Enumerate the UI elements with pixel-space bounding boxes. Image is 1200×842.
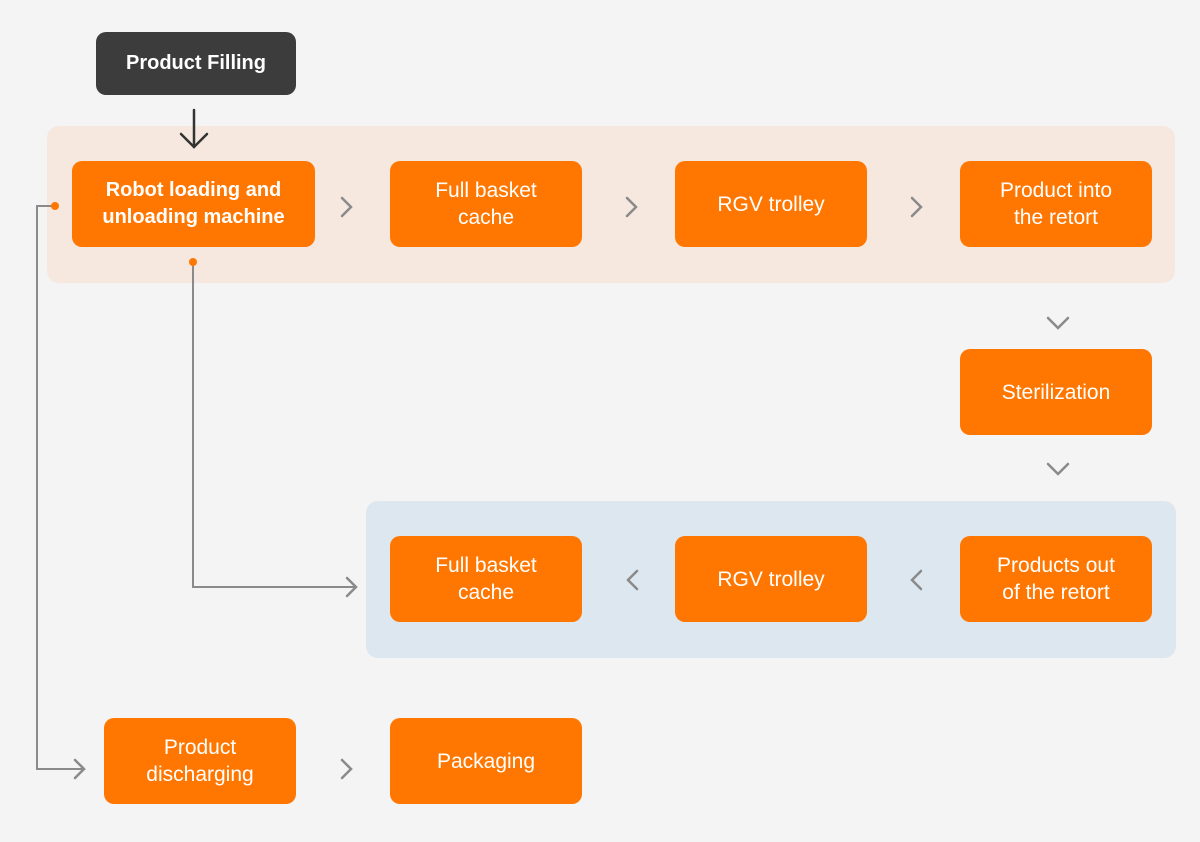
connectors-layer xyxy=(36,108,1070,780)
chevron-left-icon xyxy=(626,569,639,591)
chevron-down-icon xyxy=(1046,316,1070,330)
chevron-right-icon xyxy=(340,758,353,780)
connector-robot-to-discharging xyxy=(36,202,86,780)
chevron-left-icon xyxy=(910,569,923,591)
chevron-right-icon xyxy=(910,196,923,218)
arrow-down-icon xyxy=(179,108,209,149)
chevron-right-icon xyxy=(625,196,638,218)
chevron-down-icon xyxy=(1046,462,1070,476)
chevron-right-icon xyxy=(340,196,353,218)
connector-robot-to-cache-out xyxy=(189,258,358,598)
